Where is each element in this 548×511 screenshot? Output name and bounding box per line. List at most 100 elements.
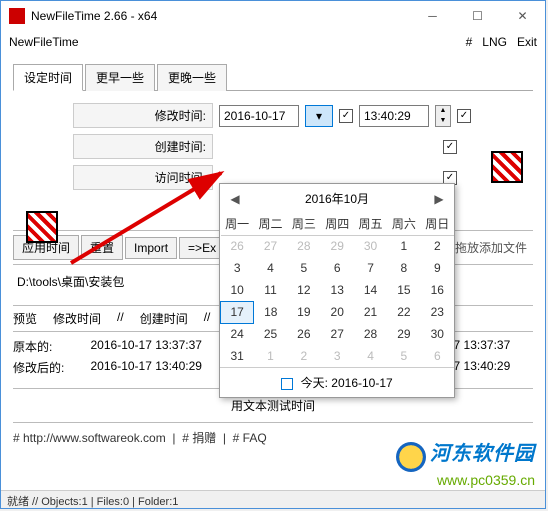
calendar-day[interactable]: 6 bbox=[421, 345, 454, 367]
original-label: 原本的: bbox=[13, 338, 71, 355]
time-rows: 修改时间: 2016-10-17 ▾ ✓ 13:40:29 ▲▼ ✓ 创建时间:… bbox=[13, 103, 533, 190]
reset-button[interactable]: 重置 bbox=[81, 235, 123, 260]
calendar-day[interactable]: 16 bbox=[421, 279, 454, 301]
calendar-day[interactable]: 8 bbox=[387, 257, 420, 279]
footer-url[interactable]: # http://www.softwareok.com bbox=[13, 431, 166, 445]
calendar-day[interactable]: 1 bbox=[254, 345, 287, 367]
calendar-day[interactable]: 30 bbox=[421, 323, 454, 345]
preview-col: 预览 bbox=[13, 310, 37, 327]
menu-lng[interactable]: LNG bbox=[482, 35, 507, 49]
calendar-day[interactable]: 12 bbox=[287, 279, 320, 301]
calendar-prev-button[interactable]: ◀ bbox=[228, 192, 242, 206]
calendar-day[interactable]: 5 bbox=[287, 257, 320, 279]
titlebar: NewFileTime 2.66 - x64 ─ ☐ ✕ bbox=[1, 1, 545, 31]
calendar-title[interactable]: 2016年10月 bbox=[305, 190, 369, 207]
calendar-day[interactable]: 4 bbox=[254, 257, 287, 279]
calendar-day[interactable]: 28 bbox=[287, 235, 320, 257]
menu-exit[interactable]: Exit bbox=[517, 35, 537, 49]
calendar-day[interactable]: 31 bbox=[221, 345, 254, 367]
create-col: 创建时间 bbox=[140, 310, 188, 327]
calendar-day[interactable]: 3 bbox=[321, 345, 354, 367]
calendar-day[interactable]: 13 bbox=[321, 279, 354, 301]
calendar-day[interactable]: 1 bbox=[387, 235, 420, 257]
calendar-day[interactable]: 14 bbox=[354, 279, 387, 301]
import-button[interactable]: Import bbox=[125, 237, 177, 259]
today-label: 今天: 2016-10-17 bbox=[301, 376, 393, 390]
tab-earlier[interactable]: 更早一些 bbox=[85, 64, 155, 91]
watermark-cn: 河东软件园 bbox=[430, 443, 535, 465]
calendar-day[interactable]: 3 bbox=[221, 257, 254, 279]
calendar-weekday: 周四 bbox=[321, 213, 354, 235]
calendar-footer[interactable]: 今天: 2016-10-17 bbox=[220, 367, 454, 397]
calendar-day[interactable]: 9 bbox=[421, 257, 454, 279]
modify-date-checkbox[interactable]: ✓ bbox=[339, 109, 353, 123]
create-label: 创建时间: bbox=[73, 134, 213, 159]
minimize-button[interactable]: ─ bbox=[410, 1, 455, 31]
tab-set-time[interactable]: 设定时间 bbox=[13, 64, 83, 91]
orig-modify-value: 2016-10-17 13:37:37 bbox=[91, 338, 225, 355]
calendar-weekday: 周三 bbox=[287, 213, 320, 235]
row-create: 创建时间: ✓ bbox=[13, 134, 533, 159]
clock-icon-right[interactable] bbox=[491, 151, 523, 183]
calendar-day[interactable]: 23 bbox=[421, 301, 454, 323]
calendar-day[interactable]: 4 bbox=[354, 345, 387, 367]
access-label: 访问时间: bbox=[73, 165, 213, 190]
calendar-day[interactable]: 29 bbox=[321, 235, 354, 257]
calendar-day[interactable]: 6 bbox=[321, 257, 354, 279]
calendar-weekday: 周六 bbox=[387, 213, 420, 235]
calendar-day[interactable]: 20 bbox=[321, 301, 354, 323]
modify-time-field[interactable]: 13:40:29 bbox=[359, 105, 429, 127]
create-time-checkbox[interactable]: ✓ bbox=[443, 140, 457, 154]
watermark: 河东软件园 www.pc0359.cn bbox=[396, 437, 535, 488]
window-title: NewFileTime 2.66 - x64 bbox=[31, 9, 410, 23]
calendar-day[interactable]: 30 bbox=[354, 235, 387, 257]
calendar-day[interactable]: 11 bbox=[254, 279, 287, 301]
calendar-weekday: 周五 bbox=[354, 213, 387, 235]
maximize-button[interactable]: ☐ bbox=[455, 1, 500, 31]
calendar-day[interactable]: 26 bbox=[287, 323, 320, 345]
menu-hash[interactable]: # bbox=[466, 35, 473, 49]
calendar-day[interactable]: 18 bbox=[254, 301, 287, 323]
calendar-day[interactable]: 2 bbox=[421, 235, 454, 257]
calendar-day[interactable]: 27 bbox=[254, 235, 287, 257]
calendar-day[interactable]: 15 bbox=[387, 279, 420, 301]
calendar-day[interactable]: 10 bbox=[221, 279, 254, 301]
menubar: NewFileTime # LNG Exit bbox=[1, 31, 545, 53]
calendar-day[interactable]: 7 bbox=[354, 257, 387, 279]
calendar-day[interactable]: 2 bbox=[287, 345, 320, 367]
modify-time-spinner[interactable]: ▲▼ bbox=[435, 105, 451, 127]
footer-faq[interactable]: # FAQ bbox=[233, 431, 267, 445]
today-marker-icon bbox=[281, 378, 293, 390]
clock-icon-left[interactable] bbox=[26, 211, 58, 243]
calendar-day[interactable]: 5 bbox=[387, 345, 420, 367]
modify-col: 修改时间 bbox=[53, 310, 101, 327]
app-window: NewFileTime 2.66 - x64 ─ ☐ ✕ NewFileTime… bbox=[0, 0, 546, 509]
calendar-weekday: 周日 bbox=[421, 213, 454, 235]
modify-label: 修改时间: bbox=[73, 103, 213, 128]
footer-donate[interactable]: # 捐赠 bbox=[182, 431, 216, 445]
calendar-grid: 周一周二周三周四周五周六周日 2627282930123456789101112… bbox=[220, 213, 454, 367]
calendar-day[interactable]: 28 bbox=[354, 323, 387, 345]
calendar-day[interactable]: 21 bbox=[354, 301, 387, 323]
tab-later[interactable]: 更晚一些 bbox=[157, 64, 227, 91]
calendar-day[interactable]: 17 bbox=[221, 301, 254, 323]
calendar-day[interactable]: 22 bbox=[387, 301, 420, 323]
calendar-weekday: 周一 bbox=[221, 213, 254, 235]
calendar-next-button[interactable]: ▶ bbox=[432, 192, 446, 206]
calendar-day[interactable]: 19 bbox=[287, 301, 320, 323]
calendar-day[interactable]: 27 bbox=[321, 323, 354, 345]
row-modify: 修改时间: 2016-10-17 ▾ ✓ 13:40:29 ▲▼ ✓ bbox=[13, 103, 533, 128]
calendar-day[interactable]: 26 bbox=[221, 235, 254, 257]
calendar-day[interactable]: 24 bbox=[221, 323, 254, 345]
watermark-logo-icon bbox=[396, 442, 426, 472]
modify-date-dropdown[interactable]: ▾ bbox=[305, 105, 333, 127]
modify-time-checkbox[interactable]: ✓ bbox=[457, 109, 471, 123]
calendar-day[interactable]: 25 bbox=[254, 323, 287, 345]
app-name-label[interactable]: NewFileTime bbox=[9, 35, 79, 49]
after-modify-value: 2016-10-17 13:40:29 bbox=[91, 359, 225, 376]
after-label: 修改后的: bbox=[13, 359, 71, 376]
modify-date-field[interactable]: 2016-10-17 bbox=[219, 105, 299, 127]
app-icon bbox=[9, 8, 25, 24]
calendar-day[interactable]: 29 bbox=[387, 323, 420, 345]
close-button[interactable]: ✕ bbox=[500, 1, 545, 31]
